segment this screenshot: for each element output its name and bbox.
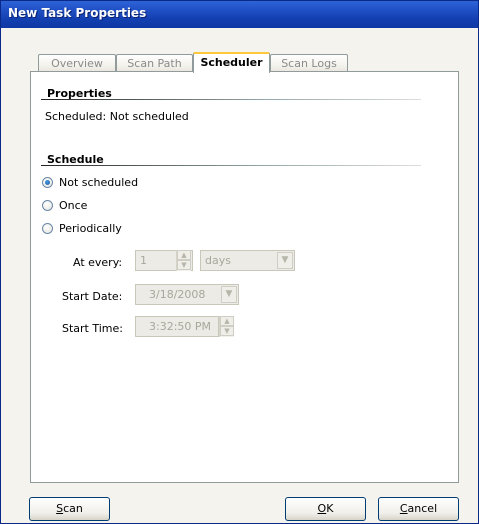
tab-scan-path[interactable]: Scan Path bbox=[116, 54, 193, 72]
scan-button-label: can bbox=[63, 502, 83, 515]
spin-down-icon[interactable]: ▼ bbox=[177, 260, 191, 270]
ok-button-mnemonic: O bbox=[317, 502, 327, 515]
cancel-button-mnemonic: C bbox=[399, 502, 408, 515]
tab-overview-label: Overview bbox=[51, 57, 103, 70]
at-every-label: At every: bbox=[73, 256, 123, 269]
tab-overview[interactable]: Overview bbox=[38, 54, 116, 72]
radio-once[interactable] bbox=[42, 200, 53, 211]
radio-selected-dot bbox=[45, 180, 50, 185]
title-bar[interactable]: New Task Properties bbox=[1, 1, 478, 28]
cancel-button-label: ancel bbox=[407, 502, 438, 515]
tab-scheduler[interactable]: Scheduler bbox=[193, 52, 270, 73]
chevron-down-icon[interactable]: ▼ bbox=[277, 252, 293, 269]
radio-not-scheduled[interactable] bbox=[42, 177, 53, 188]
ok-button[interactable]: OK bbox=[285, 497, 366, 521]
start-time-label: Start Time: bbox=[62, 322, 123, 335]
tab-scan-logs-label: Scan Logs bbox=[281, 57, 337, 70]
interval-value: 1 bbox=[140, 254, 147, 267]
spin-up-icon[interactable]: ▲ bbox=[177, 250, 191, 260]
scan-button[interactable]: Scan bbox=[29, 497, 110, 521]
start-date-value: 3/18/2008 bbox=[149, 288, 206, 301]
start-time-spinner[interactable]: ▲ ▼ bbox=[219, 316, 234, 337]
radio-periodically[interactable] bbox=[42, 223, 53, 234]
schedule-divider bbox=[41, 165, 421, 166]
interval-unit-select[interactable]: days ▼ bbox=[200, 250, 295, 271]
scheduler-tab-page bbox=[30, 71, 459, 483]
properties-divider bbox=[41, 99, 421, 100]
start-time-value: 3:32:50 PM bbox=[149, 320, 212, 333]
radio-once-label[interactable]: Once bbox=[59, 199, 87, 212]
spin-down-icon[interactable]: ▼ bbox=[220, 326, 234, 336]
start-time-input[interactable]: 3:32:50 PM bbox=[135, 316, 219, 337]
tab-scan-path-label: Scan Path bbox=[127, 57, 182, 70]
calendar-dropdown-icon[interactable]: ▼ bbox=[221, 286, 237, 303]
interval-spinner[interactable]: ▲ ▼ bbox=[176, 250, 191, 271]
start-date-picker[interactable]: 3/18/2008 ▼ bbox=[135, 284, 239, 305]
scheduled-status-text: Scheduled: Not scheduled bbox=[45, 110, 189, 123]
start-date-label: Start Date: bbox=[62, 290, 123, 303]
interval-unit-value: days bbox=[205, 254, 231, 267]
tab-scheduler-label: Scheduler bbox=[200, 56, 263, 69]
radio-not-scheduled-label[interactable]: Not scheduled bbox=[59, 176, 138, 189]
spin-up-icon[interactable]: ▲ bbox=[220, 316, 234, 326]
window-title: New Task Properties bbox=[8, 6, 147, 20]
radio-periodically-label[interactable]: Periodically bbox=[59, 222, 122, 235]
cancel-button[interactable]: Cancel bbox=[378, 497, 459, 521]
ok-button-label: K bbox=[326, 502, 334, 515]
tab-scan-logs[interactable]: Scan Logs bbox=[270, 54, 348, 72]
